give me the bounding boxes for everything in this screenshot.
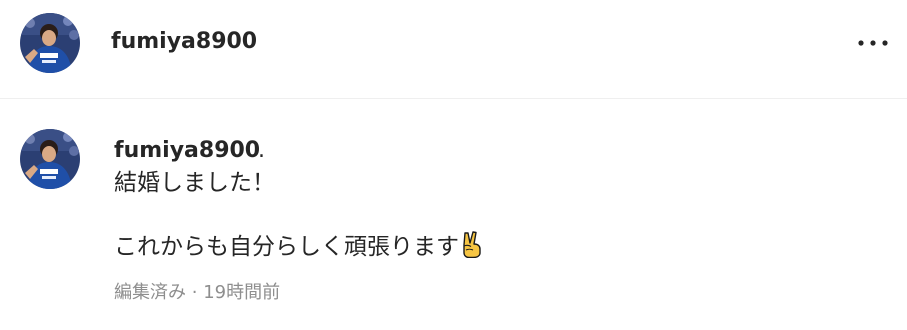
header-username[interactable]: fumiya8900: [111, 27, 257, 57]
caption-line: これからも自分らしく頑張ります: [114, 231, 483, 263]
victory-hand-icon: [463, 231, 481, 258]
comment-username[interactable]: fumiya8900: [114, 136, 260, 166]
comment-meta: 編集済み · 19時間前: [114, 280, 280, 306]
edited-label: 編集済み: [114, 282, 186, 303]
more-horizontal-icon: [858, 40, 888, 46]
avatar[interactable]: [20, 13, 80, 73]
caption-line: 結婚しました！: [114, 170, 275, 196]
meta-separator: ·: [191, 282, 198, 303]
caption-line-text: これからも自分らしく頑張ります: [114, 234, 459, 260]
avatar[interactable]: [20, 129, 80, 189]
post-header: fumiya8900: [0, 0, 907, 99]
avatar-image: [20, 13, 80, 73]
avatar-image: [20, 129, 80, 189]
username-separator: .: [258, 138, 265, 163]
timestamp[interactable]: 19時間前: [203, 282, 280, 303]
more-options-button[interactable]: [851, 28, 895, 58]
